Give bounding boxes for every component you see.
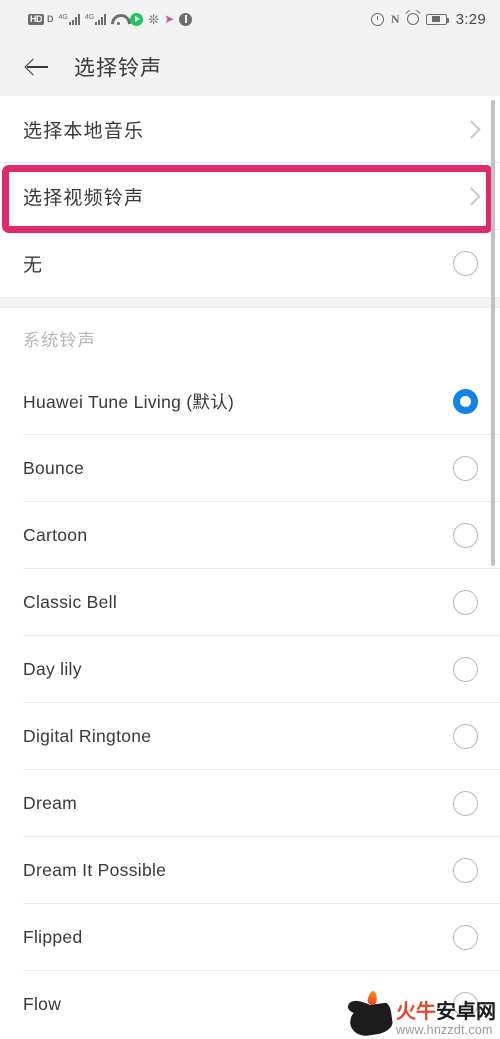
- list-item-label: Flow: [23, 994, 62, 1014]
- chevron-right-icon: [462, 187, 481, 206]
- list-item-label: Flipped: [23, 927, 83, 947]
- list-item-ringtone[interactable]: Classic Bell: [0, 569, 500, 636]
- radio-button-unselected[interactable]: [453, 456, 478, 481]
- battery-icon: [425, 13, 450, 25]
- radio-button-unselected[interactable]: [453, 791, 478, 816]
- radio-button-unselected[interactable]: [453, 992, 478, 1017]
- list-item-label: Day lily: [23, 659, 82, 679]
- list-item-ringtone[interactable]: Cartoon: [0, 502, 500, 569]
- list-item-ringtone[interactable]: Dream It Possible: [0, 837, 500, 904]
- list-item-label: Classic Bell: [23, 592, 118, 612]
- back-arrow-icon[interactable]: [23, 52, 53, 82]
- list-item-label: Cartoon: [23, 525, 88, 545]
- dnd-icon: [370, 12, 384, 26]
- section-header-system-ringtones: 系统铃声: [0, 308, 500, 368]
- radio-button-selected[interactable]: [453, 389, 478, 414]
- list-item-ringtone[interactable]: Bounce: [0, 435, 500, 502]
- chevron-right-icon: [462, 120, 481, 139]
- list-item-ringtone[interactable]: Huawei Tune Living (默认): [0, 368, 500, 435]
- signal-4g-2-icon: 4G: [84, 13, 107, 25]
- list-item-label: Dream: [23, 793, 78, 813]
- green-play-icon: [130, 12, 144, 26]
- list-item-ringtone[interactable]: Day lily: [0, 636, 500, 703]
- clock-time: 3:29: [455, 10, 486, 28]
- radio-button-unselected[interactable]: [453, 657, 478, 682]
- list-item-label: Huawei Tune Living (默认): [23, 392, 235, 412]
- nfc-icon: N: [390, 12, 400, 26]
- section-divider: [0, 297, 500, 308]
- status-bar-right-icons: N 3:29: [370, 10, 486, 28]
- vertical-scrollbar[interactable]: [491, 100, 495, 566]
- radio-button-unselected[interactable]: [453, 251, 478, 276]
- phone-screen: HD D 4G 4G ❊ ➤ N 3:29 选择铃声 选择本地音乐 选择视频铃声…: [0, 0, 500, 1039]
- list-item-label: 选择本地音乐: [23, 121, 145, 142]
- list-item-select-local-music[interactable]: 选择本地音乐: [0, 96, 500, 163]
- ringtone-rows-container: Huawei Tune Living (默认) Bounce Cartoon Clas…: [0, 368, 500, 1038]
- status-bar-left-icons: HD D 4G 4G ❊ ➤: [28, 11, 193, 27]
- hd-icon: HD: [28, 13, 44, 25]
- signal-4g-1-icon: 4G: [58, 13, 80, 25]
- list-item-ringtone[interactable]: Flipped: [0, 904, 500, 971]
- purple-arrow-icon: ➤: [164, 12, 175, 26]
- list-item-label: Dream It Possible: [23, 860, 167, 880]
- signal-bars-2-icon: [95, 13, 107, 25]
- radio-button-unselected[interactable]: [453, 724, 478, 749]
- list-item-ringtone[interactable]: Dream: [0, 770, 500, 837]
- radio-button-unselected[interactable]: [453, 925, 478, 950]
- alarm-icon: [406, 13, 419, 25]
- list-item-label: 无: [23, 255, 44, 276]
- radio-button-unselected[interactable]: [453, 858, 478, 883]
- app-header: 选择铃声: [0, 38, 500, 96]
- huawei-petal-icon: ❊: [148, 11, 160, 27]
- signal-bars-1-icon: [68, 13, 80, 25]
- radio-button-unselected[interactable]: [453, 523, 478, 548]
- status-bar: HD D 4G 4G ❊ ➤ N 3:29: [0, 0, 500, 38]
- radio-button-unselected[interactable]: [453, 590, 478, 615]
- list-item-select-video-ringtone[interactable]: 选择视频铃声: [0, 163, 500, 230]
- music-icon: [179, 12, 193, 26]
- list-item-label: Bounce: [23, 458, 85, 478]
- list-item-none[interactable]: 无: [0, 230, 500, 297]
- network-type-label-2: 4G: [84, 13, 95, 21]
- list-item-ringtone[interactable]: Flow: [0, 971, 500, 1038]
- volte-icon: D: [47, 14, 54, 24]
- list-item-ringtone[interactable]: Digital Ringtone: [0, 703, 500, 770]
- page-title: 选择铃声: [74, 57, 162, 80]
- list-item-label: Digital Ringtone: [23, 726, 152, 746]
- list-item-label: 选择视频铃声: [23, 188, 145, 209]
- ringtone-list: 选择本地音乐 选择视频铃声 无 系统铃声 Huawei Tune Living …: [0, 96, 500, 1038]
- network-type-label-1: 4G: [58, 13, 68, 21]
- wifi-icon: [111, 14, 125, 25]
